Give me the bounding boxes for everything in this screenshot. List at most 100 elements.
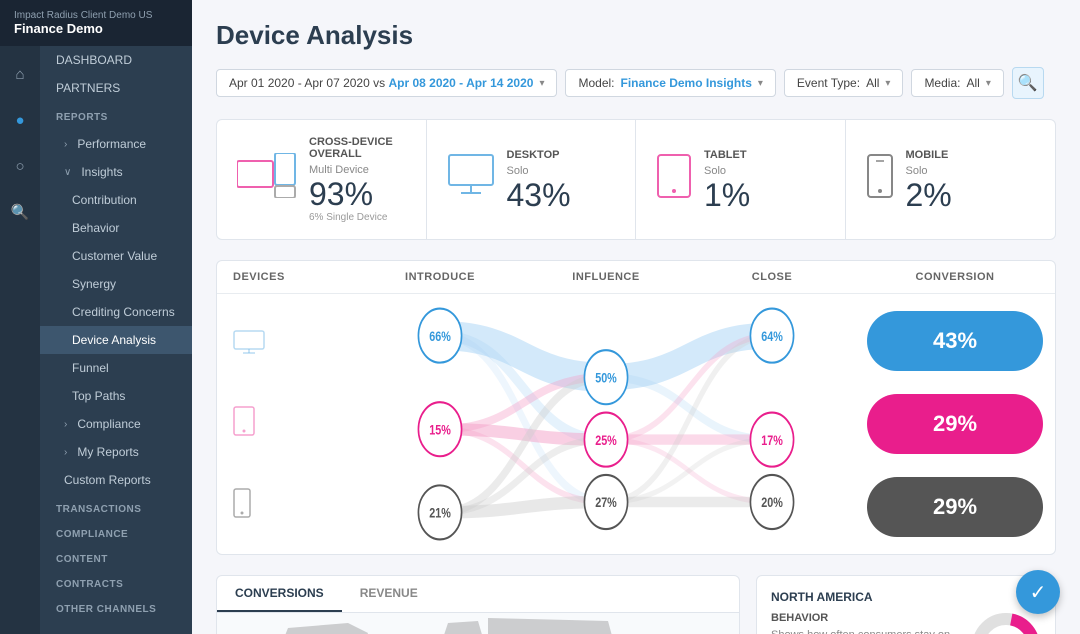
svg-text:21%: 21% xyxy=(429,505,451,520)
person-icon[interactable]: ○ xyxy=(4,150,36,182)
model-filter[interactable]: Model: Finance Demo Insights ▾ xyxy=(565,69,775,97)
behavior-label: Behavior xyxy=(72,221,119,235)
svg-text:25%: 25% xyxy=(595,433,617,448)
mobile-icon xyxy=(866,153,894,207)
overall-title: CROSS-DEVICE OVERALL xyxy=(309,136,406,160)
device-card-mobile: MOBILE Solo 2% xyxy=(846,120,1056,239)
overall-type: Multi Device xyxy=(309,164,406,176)
filter-bar: Apr 01 2020 - Apr 07 2020 vs Apr 08 2020… xyxy=(216,67,1056,99)
date-range-text: Apr 01 2020 - Apr 07 2020 vs Apr 08 2020… xyxy=(229,76,533,90)
svg-text:66%: 66% xyxy=(429,329,451,344)
north-america-panel: NORTH AMERICA BEHAVIOR Shows how often c… xyxy=(756,575,1056,634)
conversion-mobile-pct: 29% xyxy=(933,494,977,520)
sidebar-item-synergy[interactable]: Synergy xyxy=(40,270,192,298)
sidebar-section-transactions: TRANSACTIONS xyxy=(40,494,192,522)
map-area xyxy=(217,613,739,634)
mobile-row-icon xyxy=(233,488,341,518)
sidebar-item-contribution[interactable]: Contribution xyxy=(40,186,192,214)
sidebar-section-contracts: CONTRACTS xyxy=(40,572,192,597)
tablet-title: TABLET xyxy=(704,149,825,161)
sidebar-section-content: CONTENT xyxy=(40,547,192,572)
event-type-filter[interactable]: Event Type: All ▾ xyxy=(784,69,904,97)
behavior-label-text: BEHAVIOR xyxy=(771,612,955,624)
conversion-desktop: 43% xyxy=(867,311,1043,371)
cross-device-icon xyxy=(237,153,297,207)
my-reports-label: My Reports xyxy=(77,445,138,459)
media-filter[interactable]: Media: All ▾ xyxy=(911,69,1003,97)
sidebar-collapse[interactable]: ← xyxy=(40,622,192,634)
contribution-label: Contribution xyxy=(72,193,137,207)
sidebar: Impact Radius Client Demo US Finance Dem… xyxy=(0,0,192,634)
other-channels-label: OTHER CHANNELS xyxy=(56,604,156,615)
tablet-icon xyxy=(656,153,692,207)
search-button[interactable]: 🔍 xyxy=(1012,67,1044,99)
sankey-body: 66% 15% 21% 50% 25% 27% xyxy=(217,294,1055,554)
sidebar-body: ⌂ ● ○ 🔍 DASHBOARD PARTNERS REPORTS › Per… xyxy=(0,46,192,634)
arrow-icon: ∨ xyxy=(64,167,71,178)
demo-name: Finance Demo xyxy=(14,21,178,36)
sidebar-item-compliance[interactable]: › Compliance xyxy=(40,410,192,438)
sidebar-item-funnel[interactable]: Funnel xyxy=(40,354,192,382)
sidebar-item-insights[interactable]: ∨ Insights xyxy=(40,158,192,186)
sidebar-item-customer-value[interactable]: Customer Value xyxy=(40,242,192,270)
device-card-desktop: DESKTOP Solo 43% xyxy=(427,120,637,239)
sankey-section: DEVICES INTRODUCE INFLUENCE CLOSE CONVER… xyxy=(216,260,1056,555)
device-analysis-label: Device Analysis xyxy=(72,333,156,347)
contracts-label: CONTRACTS xyxy=(56,579,123,590)
sankey-chart-area: 66% 15% 21% 50% 25% 27% xyxy=(357,294,855,554)
reports-section-label: REPORTS xyxy=(56,112,108,123)
app-name: Impact Radius Client Demo US xyxy=(14,10,178,21)
overall-sub: 6% Single Device xyxy=(309,212,406,223)
svg-text:17%: 17% xyxy=(761,433,783,448)
sidebar-item-my-reports[interactable]: › My Reports xyxy=(40,438,192,466)
synergy-label: Synergy xyxy=(72,277,116,291)
tab-revenue[interactable]: REVENUE xyxy=(342,576,436,612)
event-type-value: All xyxy=(866,76,879,90)
sidebar-item-top-paths[interactable]: Top Paths xyxy=(40,382,192,410)
device-card-tablet: TABLET Solo 1% xyxy=(636,120,846,239)
conversion-desktop-pct: 43% xyxy=(933,328,977,354)
desktop-pct: 43% xyxy=(507,179,616,211)
partners-label: PARTNERS xyxy=(56,81,120,95)
dashboard-label: DASHBOARD xyxy=(56,53,132,67)
tablet-type: Solo xyxy=(704,165,825,177)
sidebar-item-custom-reports[interactable]: Custom Reports xyxy=(40,466,192,494)
sidebar-item-partners[interactable]: PARTNERS xyxy=(40,74,192,102)
sankey-header: DEVICES INTRODUCE INFLUENCE CLOSE CONVER… xyxy=(217,261,1055,294)
search-icon[interactable]: 🔍 xyxy=(4,196,36,228)
tab-conversions-label: CONVERSIONS xyxy=(235,586,324,600)
model-value: Finance Demo Insights xyxy=(621,76,752,90)
caret-icon3: ▾ xyxy=(885,78,890,89)
svg-text:15%: 15% xyxy=(429,422,451,437)
content-label: CONTENT xyxy=(56,554,108,565)
crediting-concerns-label: Crediting Concerns xyxy=(72,305,175,319)
overall-info: CROSS-DEVICE OVERALL Multi Device 93% 6%… xyxy=(309,136,406,223)
media-value: All xyxy=(966,76,979,90)
main-area: Device Analysis Apr 01 2020 - Apr 07 202… xyxy=(192,0,1080,634)
date-range-filter[interactable]: Apr 01 2020 - Apr 07 2020 vs Apr 08 2020… xyxy=(216,69,557,97)
sidebar-item-behavior[interactable]: Behavior xyxy=(40,214,192,242)
caret-icon2: ▾ xyxy=(758,78,763,89)
home-icon[interactable]: ⌂ xyxy=(4,58,36,90)
tab-conversions[interactable]: CONVERSIONS xyxy=(217,576,342,612)
overall-pct: 93% xyxy=(309,178,406,210)
fab-button[interactable]: ✓ xyxy=(1016,570,1060,614)
chart-icon[interactable]: ● xyxy=(4,104,36,136)
sidebar-item-crediting-concerns[interactable]: Crediting Concerns xyxy=(40,298,192,326)
performance-label: Performance xyxy=(77,137,146,151)
sidebar-item-dashboard[interactable]: DASHBOARD xyxy=(40,46,192,74)
col-conversion: CONVERSION xyxy=(855,271,1055,283)
tablet-pct: 1% xyxy=(704,179,825,211)
device-card-overall: CROSS-DEVICE OVERALL Multi Device 93% 6%… xyxy=(217,120,427,239)
svg-text:64%: 64% xyxy=(761,329,783,344)
customer-value-label: Customer Value xyxy=(72,249,157,263)
desktop-row-icon xyxy=(233,330,341,354)
funnel-label: Funnel xyxy=(72,361,109,375)
icon-strip: ⌂ ● ○ 🔍 xyxy=(0,46,40,634)
nav-content: DASHBOARD PARTNERS REPORTS › Performance… xyxy=(40,46,192,634)
sidebar-item-device-analysis[interactable]: Device Analysis xyxy=(40,326,192,354)
behavior-desc: Shows how often consumers stay on a sing… xyxy=(771,628,955,634)
sidebar-item-performance[interactable]: › Performance xyxy=(40,130,192,158)
media-label: Media: xyxy=(924,76,960,90)
custom-reports-label: Custom Reports xyxy=(64,473,151,487)
